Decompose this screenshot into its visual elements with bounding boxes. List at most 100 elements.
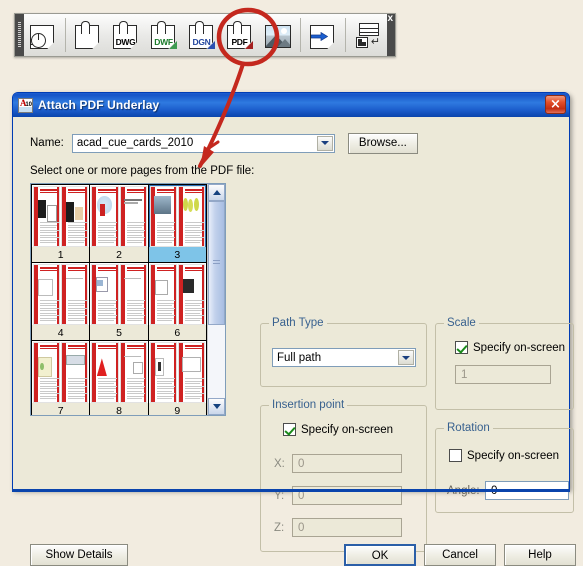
page-thumbnail[interactable]: 9 [148,341,206,415]
page-preview [119,264,147,325]
page-number-label: 7 [32,403,90,415]
dwg-label: DWG [115,37,136,47]
scale-group: Scale Specify on-screen 1 [435,317,574,410]
attach-xref-button[interactable] [24,16,62,54]
scale-value-input[interactable]: 1 [455,365,551,384]
image-icon [265,21,291,49]
rotation-specify-onscreen-label: Specify on-screen [467,449,560,462]
page-spread-preview [33,186,89,247]
page-spread-preview [91,264,147,325]
attach-dgn-button[interactable]: DGN [183,16,221,54]
page-preview [119,186,147,247]
page-preview [33,342,61,403]
page-spread-preview [33,264,89,325]
attach-blank-button[interactable] [69,16,107,54]
attach-pdf-underlay-dialog: A 10 Attach PDF Underlay × Name: acad_cue… [12,92,576,566]
close-icon[interactable]: × [545,95,566,114]
page-number-label: 4 [32,325,90,340]
browse-button[interactable]: Browse... [347,132,418,154]
name-value: acad_cue_cards_2010 [76,137,194,149]
dwf-file-icon: DWF [151,21,177,49]
clip-arrow-icon [310,21,336,49]
rotation-specify-onscreen-row[interactable]: Specify on-screen [449,449,559,462]
page-preview [177,342,205,403]
page-thumbnail[interactable]: 7 [32,341,90,415]
page-number-label: 1 [32,247,90,262]
scrollbar-thumb[interactable] [208,201,225,326]
page-thumbnail[interactable]: 6 [148,263,206,340]
page-thumbnail[interactable]: 8 [90,341,148,415]
path-type-combo[interactable]: Full path [272,348,416,367]
pages-scrollbar[interactable] [207,184,225,415]
path-type-value: Full path [277,351,322,364]
rotation-group-label: Rotation [444,422,493,434]
name-dropdown-button[interactable] [316,135,333,151]
show-details-button[interactable]: Show Details [30,544,128,566]
toolbar-right-edge: x [387,14,395,56]
toolbar-close-icon[interactable]: x [387,14,393,24]
dialog-titlebar[interactable]: A 10 Attach PDF Underlay × [13,93,569,117]
path-type-group: Path Type Full path [260,317,427,387]
insertion-specify-onscreen-label: Specify on-screen [301,423,394,436]
rotation-specify-onscreen-checkbox[interactable] [449,449,462,462]
clip-reference-button[interactable] [304,16,342,54]
insertion-x-row: X: 0 [274,454,402,473]
page-preview [61,186,89,247]
pdf-file-icon: PDF [227,21,253,49]
insertion-specify-onscreen-checkbox[interactable] [283,423,296,436]
dgn-file-icon: DGN [189,21,215,49]
scale-specify-onscreen-row[interactable]: Specify on-screen [455,341,565,354]
scale-group-label: Scale [444,317,479,329]
page-spread-preview [149,264,205,325]
external-references-palette-button[interactable]: ↵ [349,16,387,54]
help-button[interactable]: Help [504,544,576,566]
insertion-z-input[interactable]: 0 [292,518,402,537]
page-thumbnail[interactable]: 5 [90,263,148,340]
scale-specify-onscreen-label: Specify on-screen [473,341,566,354]
reference-toolbar: DWG DWF DGN PDF ↵ x [14,13,396,57]
page-preview [149,342,177,403]
chevron-down-icon [320,141,329,145]
page-spread-preview [149,342,205,403]
page-preview [177,186,205,247]
blue-arrow-icon [311,32,328,41]
page-thumbnail[interactable]: 4 [32,263,90,340]
scrollbar-track[interactable] [208,201,225,398]
dwg-file-icon: DWG [113,21,139,49]
attach-image-button[interactable] [259,16,297,54]
page-number-label: 8 [90,403,148,415]
path-type-dropdown-button[interactable] [398,350,414,365]
dwf-label: DWF [154,37,173,47]
ok-button[interactable]: OK [344,544,416,566]
document-clip-icon [75,21,101,49]
cancel-button[interactable]: Cancel [424,544,496,566]
pages-thumbnail-grid: 123 456 789 [31,184,207,415]
toolbar-separator-2 [300,18,301,52]
page-thumbnail[interactable]: 3 [148,185,206,262]
autocad-a-icon: A 10 [18,97,33,113]
insertion-specify-onscreen-row[interactable]: Specify on-screen [283,423,393,436]
page-preview [33,186,61,247]
path-type-group-label: Path Type [269,317,327,329]
page-preview [149,186,177,247]
scale-specify-onscreen-checkbox[interactable] [455,341,468,354]
page-preview [91,342,119,403]
scroll-up-button[interactable] [208,184,225,201]
page-thumbnail[interactable]: 2 [90,185,148,262]
insertion-x-input[interactable]: 0 [292,454,402,473]
toolbar-separator [65,18,66,52]
page-number-label: 9 [148,403,206,415]
insertion-x-label: X: [274,457,285,470]
scroll-down-button[interactable] [208,398,225,415]
scale-value-row: 1 [455,365,551,384]
attach-dwg-button[interactable]: DWG [107,16,145,54]
toolbar-drag-handle[interactable] [15,14,24,56]
page-thumbnail[interactable]: 1 [32,185,90,262]
attach-pdf-button[interactable]: PDF [221,16,259,54]
rotation-group: Rotation Specify on-screen Angle: 0 [435,422,574,513]
chevron-down-icon [402,355,410,360]
insertion-point-group-label: Insertion point [269,399,348,411]
page-spread-preview [91,342,147,403]
name-combo[interactable]: acad_cue_cards_2010 [71,133,335,153]
attach-dwf-button[interactable]: DWF [145,16,183,54]
